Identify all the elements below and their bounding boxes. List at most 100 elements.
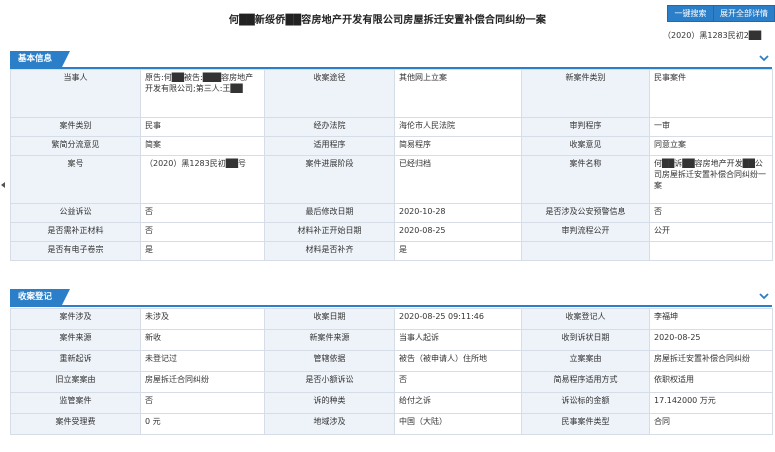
field-value: 否 bbox=[140, 203, 265, 223]
field-label: 是否有电子卷宗 bbox=[10, 241, 141, 261]
field-value: 2020-08-25 bbox=[394, 222, 522, 242]
field-value: 一审 bbox=[649, 117, 773, 137]
field-label: 是否小额诉讼 bbox=[264, 371, 395, 393]
field-value: 合同 bbox=[649, 413, 773, 435]
field-value: （2020）黑1283民初██号 bbox=[140, 155, 265, 204]
field-label: 简易程序适用方式 bbox=[521, 371, 650, 393]
table-row: 当事人 原告:何██被告:███容房地产开发有限公司;第三人:王██ 收案途径 其他网… bbox=[10, 69, 773, 118]
field-label bbox=[521, 241, 650, 261]
field-value bbox=[649, 241, 773, 261]
field-value: 房屋拆迁安置补偿合同纠纷 bbox=[649, 350, 773, 372]
field-value: 其他网上立案 bbox=[394, 69, 522, 118]
field-value: 未涉及 bbox=[140, 308, 265, 330]
chevron-down-icon[interactable] bbox=[758, 52, 770, 64]
side-collapse-arrow[interactable] bbox=[1, 182, 5, 188]
table-row: 是否需补正材料否材料补正开始日期 2020-08-25 审判流程公开 公开 bbox=[10, 222, 773, 242]
tab-basic-info[interactable]: 基本信息 bbox=[10, 51, 71, 67]
table-row: 重新起诉 未登记过 管辖依据 被告（被申请人）住所地 立案案由 房屋拆迁安置补偿合同纠纷 bbox=[10, 350, 773, 372]
table-row: 案件类别 民事 经办法院 海伦市人民法院 审判程序 一审 bbox=[10, 117, 773, 137]
search-button[interactable]: 一键搜索 bbox=[667, 5, 714, 22]
field-value: 是 bbox=[140, 241, 265, 261]
field-value: 被告（被申请人）住所地 bbox=[394, 350, 522, 372]
table-row: 案件来源 新收 新案件来源 当事人起诉 收到诉状日期 2020-08-25 bbox=[10, 329, 773, 351]
table-row: 案号 （2020）黑1283民初██号 案件进展阶段 已经归档 案件名称 何██诉██容房… bbox=[10, 155, 773, 204]
field-label: 案件类别 bbox=[10, 117, 141, 137]
field-value: 民事案件 bbox=[649, 69, 773, 118]
expand-all-button[interactable]: 展开全部详情 bbox=[713, 5, 775, 22]
field-value: 房屋拆迁合同纠纷 bbox=[140, 371, 265, 393]
field-value: 简案 bbox=[140, 136, 265, 156]
field-label: 监管案件 bbox=[10, 392, 141, 414]
table-row: 是否有电子卷宗是材料是否补齐是 bbox=[10, 241, 773, 261]
page-title: 何██新绥侨██容房地产开发有限公司房屋拆迁安置补偿合同纠纷一案 bbox=[228, 15, 547, 26]
field-label: 旧立案案由 bbox=[10, 371, 141, 393]
field-label: 立案案由 bbox=[521, 350, 650, 372]
field-label: 新案件类别 bbox=[521, 69, 650, 118]
field-value: 依职权适用 bbox=[649, 371, 773, 393]
table-row: 旧立案案由 房屋拆迁合同纠纷 是否小额诉讼否简易程序适用方式 依职权适用 bbox=[10, 371, 773, 393]
field-value: 给付之诉 bbox=[394, 392, 522, 414]
field-label: 收案意见 bbox=[521, 136, 650, 156]
table-row: 监管案件否诉的种类 给付之诉 诉讼标的金额 17.142000 万元 bbox=[10, 392, 773, 414]
field-label: 重新起诉 bbox=[10, 350, 141, 372]
field-value: 否 bbox=[140, 392, 265, 414]
basic-info-header: 基本信息 bbox=[10, 51, 772, 69]
field-label: 是否涉及公安预警信息 bbox=[521, 203, 650, 223]
field-label: 地域涉及 bbox=[264, 413, 395, 435]
chevron-down-icon[interactable] bbox=[758, 290, 770, 302]
field-label: 经办法院 bbox=[264, 117, 395, 137]
field-label: 收案登记人 bbox=[521, 308, 650, 330]
table-row: 案件涉及 未涉及 收案日期 2020-08-25 09:11:46 收案登记人 李福坤 bbox=[10, 308, 773, 330]
field-value: 2020-08-25 09:11:46 bbox=[394, 308, 522, 330]
field-label: 案件名称 bbox=[521, 155, 650, 204]
table-row: 繁简分流意见 简案 适用程序 简易程序 收案意见 同意立案 bbox=[10, 136, 773, 156]
field-label: 公益诉讼 bbox=[10, 203, 141, 223]
field-label: 繁简分流意见 bbox=[10, 136, 141, 156]
field-value: 何██诉██容房地产开发██公司房屋拆迁安置补偿合同纠纷一案 bbox=[649, 155, 773, 204]
field-label: 案件进展阶段 bbox=[264, 155, 395, 204]
table-row: 案件受理费 0 元地域涉及 中国（大陆） 民事案件类型 合同 bbox=[10, 413, 773, 435]
field-value: 否 bbox=[649, 203, 773, 223]
field-label: 材料补正开始日期 bbox=[264, 222, 395, 242]
field-label: 当事人 bbox=[10, 69, 141, 118]
field-value: 当事人起诉 bbox=[394, 329, 522, 351]
field-label: 民事案件类型 bbox=[521, 413, 650, 435]
field-label: 审判流程公开 bbox=[521, 222, 650, 242]
field-value: 民事 bbox=[140, 117, 265, 137]
field-label: 案号 bbox=[10, 155, 141, 204]
field-label: 适用程序 bbox=[264, 136, 395, 156]
field-label: 案件受理费 bbox=[10, 413, 141, 435]
field-label: 案件来源 bbox=[10, 329, 141, 351]
tab-filing[interactable]: 收案登记 bbox=[10, 289, 71, 305]
field-label: 是否需补正材料 bbox=[10, 222, 141, 242]
field-value: 同意立案 bbox=[649, 136, 773, 156]
table-row: 公益诉讼否最后修改日期 2020-10-28 是否涉及公安预警信息否 bbox=[10, 203, 773, 223]
field-label: 诉讼标的金额 bbox=[521, 392, 650, 414]
case-number: （2020）黑1283民初2██ bbox=[663, 31, 762, 40]
field-label: 收案日期 bbox=[264, 308, 395, 330]
field-value: 公开 bbox=[649, 222, 773, 242]
field-value: 海伦市人民法院 bbox=[394, 117, 522, 137]
field-value: 原告:何██被告:███容房地产开发有限公司;第三人:王██ bbox=[140, 69, 265, 118]
field-value: 否 bbox=[394, 371, 522, 393]
field-value: 2020-08-25 bbox=[649, 329, 773, 351]
field-label: 诉的种类 bbox=[264, 392, 395, 414]
field-value: 中国（大陆） bbox=[394, 413, 522, 435]
field-value: 17.142000 万元 bbox=[649, 392, 773, 414]
field-value: 0 元 bbox=[140, 413, 265, 435]
filing-table: 案件涉及 未涉及 收案日期 2020-08-25 09:11:46 收案登记人 李福坤 案件… bbox=[10, 308, 773, 435]
field-label: 审判程序 bbox=[521, 117, 650, 137]
filing-header: 收案登记 bbox=[10, 289, 772, 307]
field-value: 否 bbox=[140, 222, 265, 242]
field-value: 是 bbox=[394, 241, 522, 261]
basic-info-table: 当事人 原告:何██被告:███容房地产开发有限公司;第三人:王██ 收案途径 其他网… bbox=[10, 69, 773, 261]
field-label: 材料是否补齐 bbox=[264, 241, 395, 261]
field-label: 收到诉状日期 bbox=[521, 329, 650, 351]
field-value: 已经归档 bbox=[394, 155, 522, 204]
field-label: 最后修改日期 bbox=[264, 203, 395, 223]
field-value: 李福坤 bbox=[649, 308, 773, 330]
field-label: 新案件来源 bbox=[264, 329, 395, 351]
field-label: 案件涉及 bbox=[10, 308, 141, 330]
field-label: 收案途径 bbox=[264, 69, 395, 118]
field-value: 新收 bbox=[140, 329, 265, 351]
